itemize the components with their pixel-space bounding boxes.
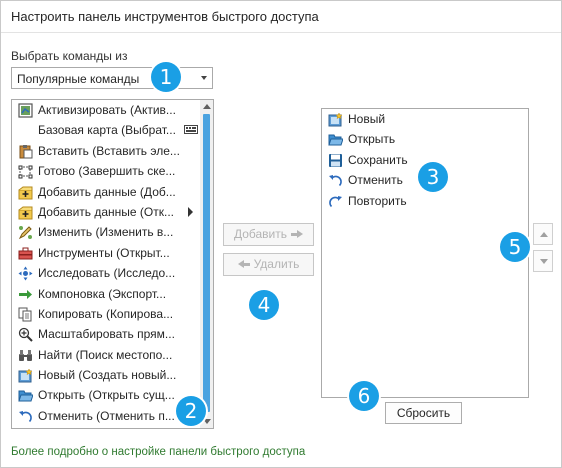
callout-3: 3	[418, 162, 448, 192]
modify-icon	[18, 225, 33, 240]
add-button[interactable]: Добавить	[223, 223, 314, 246]
undo-icon	[18, 409, 33, 424]
remove-button-label: Удалить	[253, 257, 300, 271]
quick-access-item[interactable]: Повторить	[322, 191, 528, 211]
zoom-icon	[18, 327, 33, 343]
command-item-label: Отменить (Отменить п...	[38, 408, 175, 423]
submenu-arrow-icon	[186, 206, 194, 218]
open-folder-icon	[328, 132, 343, 147]
sketch-finish-icon	[18, 164, 33, 179]
callout-6: 6	[349, 381, 379, 411]
command-item[interactable]: Готово (Завершить ске...	[12, 161, 200, 181]
undo-icon	[328, 173, 343, 188]
scroll-down-icon[interactable]	[203, 419, 211, 424]
command-item[interactable]: Найти (Поиск местопо...	[12, 345, 200, 365]
command-item-label: Готово (Завершить ске...	[38, 164, 176, 179]
command-item[interactable]: Инструменты (Открыт...	[12, 243, 200, 263]
command-item-label: Открыть (Открыть сущ...	[38, 388, 175, 403]
quick-access-item-label: Сохранить	[348, 152, 408, 167]
commands-source-select[interactable]: Популярные команды	[11, 67, 213, 89]
command-item-label: Добавить данные (Доб...	[38, 184, 176, 199]
quick-access-item-label: Отменить	[348, 173, 403, 188]
quick-access-list[interactable]: Новый Открыть Сохранить Отменить Повторить	[321, 108, 529, 398]
command-item[interactable]: Добавить данные (Доб...	[12, 182, 200, 202]
quick-access-item-label: Открыть	[348, 132, 396, 147]
command-item[interactable]: Отрыть (...	[12, 426, 200, 428]
scroll-up-icon[interactable]	[203, 104, 211, 109]
move-down-button[interactable]	[533, 250, 553, 272]
command-item-label: Изменить (Изменить в...	[38, 225, 174, 240]
command-item-label: Исследовать (Исследо...	[38, 266, 176, 281]
command-item[interactable]: Масштабировать прям...	[12, 324, 200, 344]
remove-button[interactable]: Удалить	[223, 253, 314, 276]
command-item-label: Масштабировать прям...	[38, 327, 175, 342]
map-activate-icon	[18, 103, 33, 118]
command-item[interactable]: Базовая карта (Выбрат...	[12, 120, 200, 140]
quick-access-item[interactable]: Открыть	[322, 129, 528, 149]
command-item-label: Активизировать (Актив...	[38, 103, 176, 117]
command-item[interactable]: Добавить данные (Отк...	[12, 202, 200, 222]
quick-access-item-label: Повторить	[348, 193, 407, 208]
available-commands-items: Активизировать (Актив... Базовая карта (В…	[12, 100, 200, 428]
command-item-label: Инструменты (Открыт...	[38, 245, 170, 260]
paste-icon	[18, 144, 33, 159]
scroll-thumb[interactable]	[203, 114, 210, 412]
commands-scrollbar[interactable]	[200, 100, 213, 428]
redo-icon	[328, 194, 343, 209]
command-item-label: Добавить данные (Отк...	[38, 204, 175, 219]
command-item-label: Новый (Создать новый...	[38, 368, 177, 383]
command-item[interactable]: Вставить (Вставить эле...	[12, 141, 200, 161]
export-arrow-icon	[18, 287, 33, 302]
move-up-icon	[540, 232, 548, 237]
arrow-right-icon	[291, 230, 304, 239]
explore-icon	[18, 266, 33, 281]
help-link[interactable]: Более подробно о настройке панели быстро…	[11, 446, 305, 458]
commands-source-value: Популярные команды	[17, 72, 140, 86]
command-item[interactable]: Исследовать (Исследо...	[12, 263, 200, 283]
title-divider	[1, 32, 561, 33]
toolbox-icon	[18, 246, 33, 261]
reset-button[interactable]: Сбросить	[385, 402, 462, 424]
command-item[interactable]: Отменить (Отменить п...	[12, 406, 200, 426]
add-data-icon	[18, 185, 33, 200]
available-commands-list[interactable]: Активизировать (Актив... Базовая карта (В…	[11, 99, 214, 429]
quick-access-items: Новый Открыть Сохранить Отменить Повторить	[322, 109, 528, 211]
quick-access-item-label: Новый	[348, 112, 386, 126]
command-item[interactable]: Компоновка (Экспорт...	[12, 284, 200, 304]
copy-icon	[18, 307, 33, 322]
move-down-icon	[540, 259, 548, 264]
move-up-button[interactable]	[533, 223, 553, 245]
arrow-left-icon	[237, 260, 250, 269]
dialog-title: Настроить панель инструментов быстрого д…	[11, 9, 319, 24]
command-item[interactable]: Открыть (Открыть сущ...	[12, 385, 200, 405]
gallery-icon	[184, 125, 198, 135]
callout-1: 1	[151, 62, 181, 92]
command-item-label: Компоновка (Экспорт...	[38, 286, 167, 301]
command-item[interactable]: Активизировать (Актив...	[12, 100, 200, 120]
quick-access-item[interactable]: Новый	[322, 109, 528, 129]
open-folder-icon	[18, 388, 33, 403]
chevron-down-icon	[201, 76, 207, 80]
command-item[interactable]: Копировать (Копирова...	[12, 304, 200, 324]
binoculars-icon	[18, 348, 33, 363]
command-item-label: Вставить (Вставить эле...	[38, 143, 180, 158]
command-item[interactable]: Изменить (Изменить в...	[12, 222, 200, 242]
command-item[interactable]: Новый (Создать новый...	[12, 365, 200, 385]
command-item-label: Найти (Поиск местопо...	[38, 347, 173, 362]
save-icon	[328, 153, 343, 168]
command-item-label: Копировать (Копирова...	[38, 306, 174, 321]
callout-5: 5	[500, 232, 530, 262]
new-project-icon	[18, 368, 33, 383]
callout-2: 2	[176, 396, 206, 426]
callout-4: 4	[249, 290, 279, 320]
choose-commands-label: Выбрать команды из	[11, 49, 128, 63]
new-project-icon	[328, 112, 343, 127]
customize-qat-dialog: Настроить панель инструментов быстрого д…	[0, 0, 562, 468]
add-data-icon	[18, 205, 33, 220]
add-button-label: Добавить	[233, 227, 288, 241]
command-item-label: Базовая карта (Выбрат...	[38, 123, 176, 138]
